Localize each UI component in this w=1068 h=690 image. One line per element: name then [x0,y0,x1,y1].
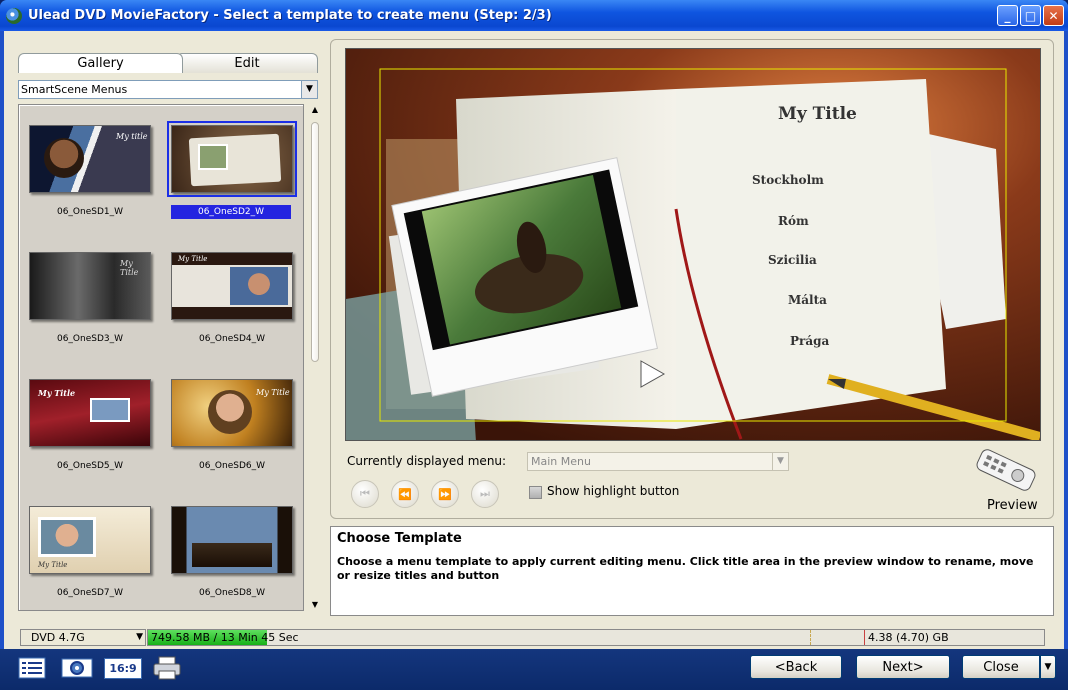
menu-item-2[interactable]: Róm [778,214,809,228]
chevron-down-icon[interactable]: ▼ [301,81,317,98]
previous-menu-button[interactable]: ⏪ [391,480,419,508]
scroll-thumb[interactable] [311,122,319,362]
menu-item-1[interactable]: Stockholm [752,173,824,187]
thumb-title: My Title [120,259,139,277]
photo-image [38,517,96,557]
chevron-down-icon[interactable]: ▼ [136,630,143,645]
thumb-title: My Title [178,255,208,263]
back-button[interactable]: <Back [750,655,842,679]
person-image [44,138,84,178]
template-label: 06_OneSD8_W [198,588,266,598]
close-button[interactable]: Close [962,655,1040,679]
show-highlight-label: Show highlight button [547,484,680,498]
tab-gallery[interactable]: Gallery [18,53,183,73]
next-menu-button[interactable]: ⏩ [431,480,459,508]
template-label: 06_OneSD6_W [198,461,266,471]
template-label: 06_OneSD1_W [56,207,124,217]
tab-edit[interactable]: Edit [176,53,318,73]
template-thumb-6[interactable]: My Title [171,379,293,447]
settings-icon[interactable] [60,654,94,682]
thumb-title: My Title [38,388,76,398]
remote-control-icon [976,449,1036,491]
template-thumb-8[interactable] [171,506,293,574]
template-label: 06_OneSD5_W [56,461,124,471]
capacity-limit-marker [864,630,865,645]
menu-item-4[interactable]: Málta [788,293,827,307]
capacity-total-text: 4.38 (4.70) GB [868,631,949,644]
template-thumb-7[interactable]: My Title [29,506,151,574]
capacity-bar: 749.58 MB / 13 Min 45 Sec 4.38 (4.70) GB [147,629,1045,646]
thumb-title: My Title [256,388,290,397]
aspect-ratio-button[interactable]: 16:9 [104,654,142,682]
next-button[interactable]: Next> [856,655,950,679]
capacity-used-text: 749.58 MB / 13 Min 45 Sec [151,631,299,644]
close-options-dropdown[interactable]: ▼ [1040,655,1056,679]
current-menu-label: Currently displayed menu: [347,454,507,468]
menu-item-3[interactable]: Szicilia [768,253,817,267]
template-thumb-1[interactable]: My title [29,125,151,193]
person-image [230,267,288,305]
film-strip-image [192,543,272,567]
maximize-button[interactable]: □ [1020,5,1041,26]
bottom-toolbar: 16:9 <Back Next> Close ▼ [0,649,1068,690]
chevron-down-icon[interactable]: ▼ [772,453,788,470]
category-value: SmartScene Menus [21,83,128,96]
thumb-title: My Title [38,561,68,569]
close-window-button[interactable]: ✕ [1043,5,1064,26]
last-menu-button[interactable]: ⏭ [471,480,499,508]
template-label-selected: 06_OneSD2_W [171,205,291,219]
template-label: 06_OneSD7_W [56,588,124,598]
disc-type-value: DVD 4.7G [31,631,85,644]
app-window: Ulead DVD MovieFactory - Select a templa… [0,0,1068,690]
show-highlight-checkbox[interactable] [529,486,542,499]
menu-list-icon[interactable] [16,654,50,682]
template-label: 06_OneSD4_W [198,334,266,344]
template-panel: Gallery Edit SmartScene Menus ▼ My title… [10,43,320,639]
disc-type-select[interactable]: DVD 4.7G ▼ [20,629,146,646]
printer-icon[interactable] [150,654,184,682]
scroll-up-icon[interactable]: ▲ [308,104,322,116]
photo-image [198,144,228,170]
app-icon [6,7,22,24]
template-thumb-2[interactable] [167,121,297,197]
window-title: Ulead DVD MovieFactory - Select a templa… [28,8,552,23]
photo-image [90,398,130,422]
gallery-scrollbar[interactable]: ▲ ▼ [308,104,322,611]
preview-panel: My Title Stockholm Róm Szicilia Málta Pr… [330,39,1054,519]
template-thumb-3[interactable]: My Title [29,252,151,320]
help-panel: Choose Template Choose a menu template t… [330,526,1054,616]
scroll-down-icon[interactable]: ▼ [308,599,322,611]
current-menu-value: Main Menu [531,455,591,468]
client-area: Gallery Edit SmartScene Menus ▼ My title… [4,31,1064,649]
help-title: Choose Template [337,531,462,546]
person-image [208,390,252,434]
preview-scene: My Title Stockholm Róm Szicilia Málta Pr… [346,49,1040,440]
first-menu-button[interactable]: ⏮ [351,480,379,508]
current-menu-select[interactable]: Main Menu ▼ [527,452,789,471]
minimize-button[interactable]: _ [997,5,1018,26]
template-label: 06_OneSD3_W [56,334,124,344]
chevron-down-icon: ▼ [1044,662,1052,672]
title-bar[interactable]: Ulead DVD MovieFactory - Select a templa… [0,0,1068,31]
aspect-ratio-label: 16:9 [104,657,142,679]
panel-tabs: Gallery Edit [18,53,318,73]
menu-item-5[interactable]: Prága [790,334,830,348]
disc-status-bar: DVD 4.7G ▼ 749.58 MB / 13 Min 45 Sec 4.3… [20,629,1048,647]
template-thumb-5[interactable]: My Title [29,379,151,447]
category-select[interactable]: SmartScene Menus ▼ [18,80,318,99]
help-text: Choose a menu template to apply current … [337,555,1034,582]
template-gallery: My title 06_OneSD1_W 06_OneSD2_W My Titl… [18,104,304,611]
thumb-title: My title [116,132,148,141]
preview-label: Preview [987,498,1038,513]
template-thumb-4[interactable]: My Title [171,252,293,320]
menu-preview[interactable]: My Title Stockholm Róm Szicilia Málta Pr… [345,48,1041,441]
preview-menu-title[interactable]: My Title [778,104,857,124]
capacity-marker [810,630,811,645]
